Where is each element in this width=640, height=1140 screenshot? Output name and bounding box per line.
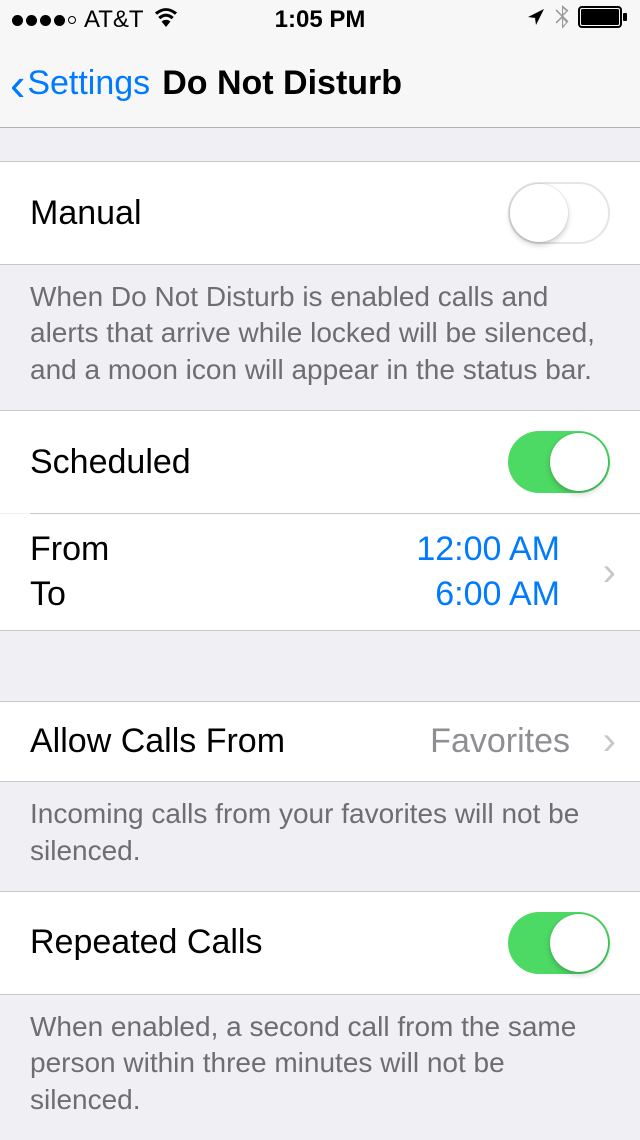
scheduled-toggle[interactable] <box>508 431 610 493</box>
page-title: Do Not Disturb <box>162 64 402 103</box>
wifi-icon <box>152 6 180 34</box>
chevron-left-icon: ‹ <box>10 61 25 107</box>
repeated-calls-row: Repeated Calls <box>0 891 640 995</box>
manual-toggle[interactable] <box>508 182 610 244</box>
allow-calls-value: Favorites <box>430 722 570 761</box>
bluetooth-icon <box>554 4 570 37</box>
to-value: 6:00 AM <box>416 575 560 614</box>
to-label: To <box>30 575 109 614</box>
status-bar: AT&T 1:05 PM <box>0 0 640 40</box>
chevron-right-icon: › <box>603 719 616 764</box>
allow-calls-row[interactable]: Allow Calls From Favorites › <box>0 701 640 782</box>
allow-calls-label: Allow Calls From <box>30 722 285 761</box>
from-label: From <box>30 530 109 569</box>
carrier-label: AT&T <box>84 6 144 34</box>
repeated-calls-footer: When enabled, a second call from the sam… <box>0 995 640 1140</box>
manual-label: Manual <box>30 194 142 233</box>
schedule-time-row[interactable]: From To 12:00 AM 6:00 AM › <box>0 514 640 631</box>
clock-label: 1:05 PM <box>275 6 366 34</box>
location-icon <box>526 6 546 34</box>
repeated-calls-toggle[interactable] <box>508 912 610 974</box>
repeated-calls-label: Repeated Calls <box>30 923 262 962</box>
navigation-bar: ‹ Settings Do Not Disturb <box>0 40 640 128</box>
back-label: Settings <box>27 64 150 103</box>
from-value: 12:00 AM <box>416 530 560 569</box>
scheduled-label: Scheduled <box>30 443 191 482</box>
back-button[interactable]: ‹ Settings <box>10 61 150 107</box>
allow-calls-footer: Incoming calls from your favorites will … <box>0 782 640 891</box>
battery-icon <box>578 6 628 35</box>
signal-strength-icon <box>12 15 76 26</box>
manual-row: Manual <box>0 161 640 265</box>
scheduled-row: Scheduled <box>0 410 640 513</box>
chevron-right-icon: › <box>603 550 616 595</box>
manual-footer: When Do Not Disturb is enabled calls and… <box>0 265 640 410</box>
